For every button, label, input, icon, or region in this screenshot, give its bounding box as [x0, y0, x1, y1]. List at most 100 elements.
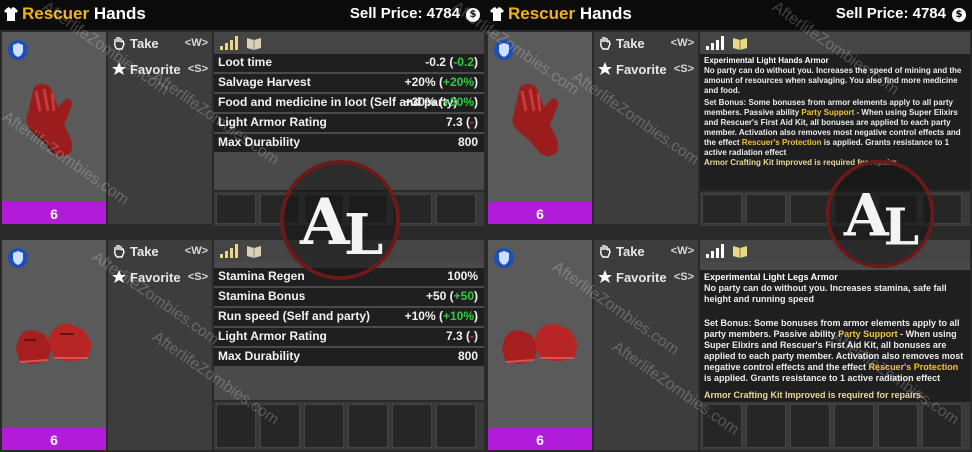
stat-delta: (+50) [449, 289, 478, 303]
title-bar: Rescuer Hands Sell Price: 4784 $ [0, 0, 486, 30]
mod-slot[interactable] [216, 194, 256, 224]
stat-value: 800 [457, 349, 478, 363]
shield-icon [494, 248, 514, 268]
stat-value: +20% (+20%) [405, 75, 478, 89]
signal-icon[interactable] [706, 244, 726, 258]
favorite-button[interactable]: Favorite <S> [110, 60, 210, 80]
set-bonus-text: Set Bonus: Some bonuses from armor eleme… [704, 98, 966, 158]
svg-text:L: L [884, 198, 920, 257]
book-icon[interactable] [246, 244, 262, 258]
item-preview: 6 [2, 240, 106, 450]
description-text: Experimental Light Legs Armor No party c… [700, 270, 970, 416]
description-title: Experimental Light Hands Armor [704, 56, 829, 65]
stat-label: Light Armor Rating [218, 115, 327, 129]
stat-number: 7.3 [445, 329, 463, 343]
signal-icon[interactable] [220, 36, 240, 50]
mod-slot[interactable] [348, 404, 388, 448]
take-button[interactable]: Take <W> [110, 34, 210, 54]
actions-list: Take <W> Favorite <S> [594, 32, 698, 224]
logo-icon: A L [825, 159, 935, 269]
shirt-icon [4, 7, 18, 21]
stat-label: Salvage Harvest [218, 75, 311, 89]
mod-slot[interactable] [436, 404, 476, 448]
mod-slot[interactable] [260, 404, 300, 448]
mod-slots [214, 402, 484, 450]
star-icon [112, 62, 126, 75]
sell-price-value: 4784 [912, 5, 946, 22]
take-label: Take [616, 244, 645, 259]
stat-delta-value: - [470, 115, 474, 129]
stat-number: +50 [425, 289, 447, 303]
quantity: 6 [536, 206, 544, 222]
title-accent: Rescuer [22, 4, 90, 23]
quantity: 6 [536, 432, 544, 448]
item-preview: 6 [488, 240, 592, 450]
stat-delta-value: +20% [442, 75, 474, 89]
book-icon[interactable] [732, 36, 748, 50]
title-rest: Hands [93, 4, 146, 23]
item-panel-legs-stats: 6 Take <W> Favorite <S> Stamina Regen 100… [0, 226, 486, 452]
stat-label: Max Durability [218, 135, 301, 149]
favorite-label: Favorite [130, 270, 181, 285]
mod-slot[interactable] [304, 404, 344, 448]
stat-number: 7.3 [445, 115, 463, 129]
mod-slots [700, 402, 970, 450]
set-bonus-text: Set Bonus: Some bonuses from armor eleme… [704, 318, 966, 384]
favorite-label: Favorite [616, 270, 667, 285]
mod-slot[interactable] [392, 404, 432, 448]
stat-row: Light Armor Rating 7.3 (-) [214, 114, 484, 134]
stats-tabs [214, 32, 484, 54]
mod-slot[interactable] [746, 194, 786, 224]
mod-slot[interactable] [216, 404, 256, 448]
take-button[interactable]: Take <W> [596, 34, 696, 54]
hand-icon [114, 37, 125, 50]
sell-price-label: Sell Price: [349, 5, 423, 22]
mod-slot[interactable] [436, 194, 476, 224]
stat-value: +10% (+10%) [405, 309, 478, 323]
stat-delta: (-) [466, 329, 478, 343]
favorite-button[interactable]: Favorite <S> [110, 268, 210, 288]
signal-icon[interactable] [706, 36, 726, 50]
favorite-button[interactable]: Favorite <S> [596, 268, 696, 288]
logo-icon: A L [280, 160, 400, 280]
mod-slot[interactable] [790, 404, 830, 448]
favorite-button[interactable]: Favorite <S> [596, 60, 696, 80]
mod-slot[interactable] [746, 404, 786, 448]
mod-slot[interactable] [834, 404, 874, 448]
shield-icon [494, 40, 514, 60]
stat-row: Max Durability 800 [214, 348, 484, 368]
sell-price-label: Sell Price: [835, 5, 909, 22]
hand-icon [114, 245, 125, 258]
actions-list: Take <W> Favorite <S> [108, 32, 212, 224]
stat-row: Light Armor Rating 7.3 (-) [214, 328, 484, 348]
favorite-key: <S> [187, 63, 208, 75]
mod-slot[interactable] [878, 404, 918, 448]
stat-number: +10% [404, 309, 436, 323]
gloves-image [26, 84, 72, 156]
take-button[interactable]: Take <W> [110, 242, 210, 262]
mod-slot[interactable] [702, 404, 742, 448]
stat-delta: (-0.2) [449, 55, 478, 69]
stat-delta: (+10%) [438, 309, 478, 323]
stat-row: Food and medicine in loot (Self and part… [214, 94, 484, 114]
gloves-image [512, 84, 558, 156]
signal-icon[interactable] [220, 244, 240, 258]
mod-slot[interactable] [702, 194, 742, 224]
stat-delta-value: +50 [453, 289, 474, 303]
stat-delta: (-) [466, 115, 478, 129]
stat-delta-value: - [470, 329, 474, 343]
book-icon[interactable] [732, 244, 748, 258]
stat-row: Stamina Bonus +50 (+50) [214, 288, 484, 308]
take-button[interactable]: Take <W> [596, 242, 696, 262]
shoes-image [502, 323, 578, 364]
item-preview: 6 [2, 32, 106, 224]
favorite-key: <S> [673, 271, 694, 283]
quantity: 6 [50, 432, 58, 448]
stat-value: -0.2 (-0.2) [425, 55, 478, 69]
star-icon [598, 270, 612, 283]
stat-number: +30% [404, 95, 436, 109]
shield-icon [8, 40, 28, 60]
stat-label: Loot time [218, 55, 272, 69]
book-icon[interactable] [246, 36, 262, 50]
mod-slot[interactable] [922, 404, 962, 448]
